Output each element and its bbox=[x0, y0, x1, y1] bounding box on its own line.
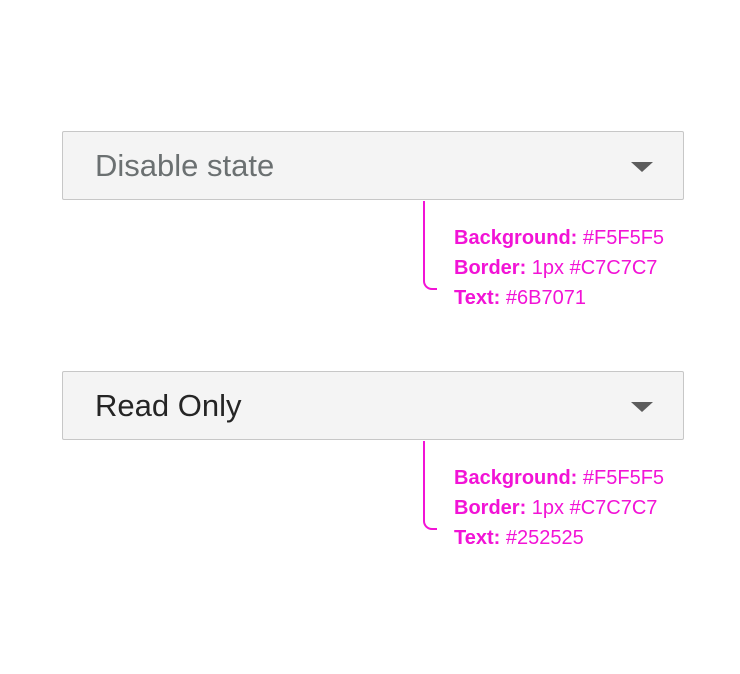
spec-label: Background: bbox=[454, 467, 578, 489]
spec-background: Background: #F5F5F5 bbox=[454, 463, 664, 493]
annotation-bracket bbox=[423, 201, 437, 290]
spec-text: Text: #6B7071 bbox=[454, 283, 664, 313]
spec-label: Border: bbox=[454, 257, 527, 279]
spec-label: Text: bbox=[454, 527, 501, 549]
caret-down-icon bbox=[631, 162, 653, 172]
readonly-dropdown-value: Read Only bbox=[95, 388, 242, 423]
spec-border: Border: 1px #C7C7C7 bbox=[454, 493, 664, 523]
spec-label: Background: bbox=[454, 227, 578, 249]
spec-list: Background: #F5F5F5 Border: 1px #C7C7C7 … bbox=[454, 223, 664, 313]
spec-border: Border: 1px #C7C7C7 bbox=[454, 253, 664, 283]
spec-value: #252525 bbox=[500, 527, 584, 549]
disabled-dropdown: Disable state bbox=[62, 131, 684, 200]
spec-text: Text: #252525 bbox=[454, 523, 664, 553]
spec-value: 1px #C7C7C7 bbox=[526, 257, 658, 279]
spec-value: #F5F5F5 bbox=[577, 227, 665, 249]
spec-background: Background: #F5F5F5 bbox=[454, 223, 664, 253]
spec-value: #F5F5F5 bbox=[577, 467, 665, 489]
spec-value: 1px #C7C7C7 bbox=[526, 497, 658, 519]
spec-label: Text: bbox=[454, 287, 501, 309]
spec-value: #6B7071 bbox=[500, 287, 586, 309]
caret-down-icon[interactable] bbox=[631, 402, 653, 412]
spec-label: Border: bbox=[454, 497, 527, 519]
disabled-dropdown-value: Disable state bbox=[95, 148, 275, 183]
annotation-bracket bbox=[423, 441, 437, 530]
readonly-dropdown[interactable]: Read Only bbox=[62, 371, 684, 440]
spec-list: Background: #F5F5F5 Border: 1px #C7C7C7 … bbox=[454, 463, 664, 553]
